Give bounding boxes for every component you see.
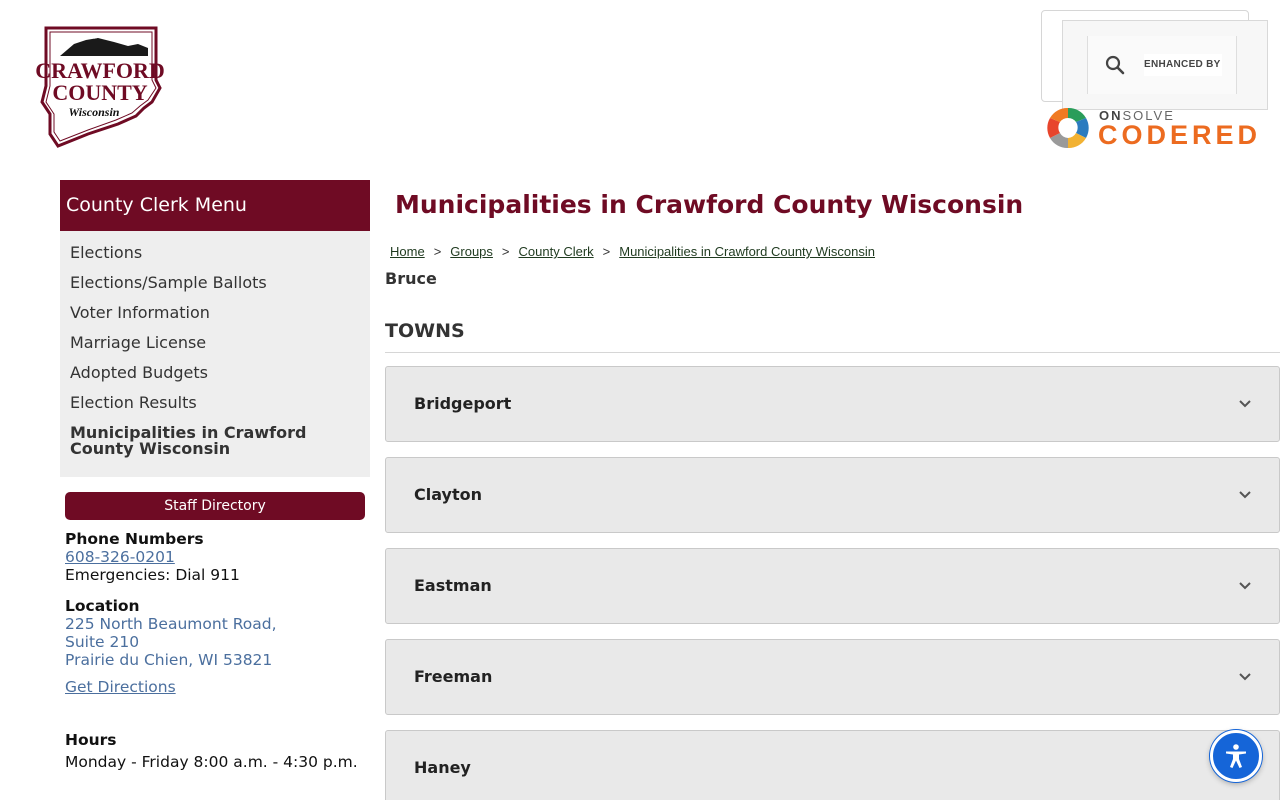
section-title: TOWNS bbox=[385, 320, 465, 342]
accordion-label: Haney bbox=[414, 758, 471, 777]
phone-heading: Phone Numbers bbox=[65, 530, 204, 548]
phone-number-link[interactable]: 608-326-0201 bbox=[65, 548, 240, 566]
chevron-down-icon bbox=[1239, 673, 1251, 681]
hours-heading: Hours bbox=[65, 731, 117, 749]
address-line2[interactable]: Suite 210 bbox=[65, 633, 277, 651]
sidebar-item-municipalities[interactable]: Municipalities in Crawford County Wiscon… bbox=[60, 419, 370, 459]
breadcrumb-home[interactable]: Home bbox=[390, 244, 425, 259]
sidebar-item-voter-information[interactable]: Voter Information bbox=[60, 299, 370, 329]
sidebar-item-election-results[interactable]: Election Results bbox=[60, 389, 370, 419]
address-line3[interactable]: Prairie du Chien, WI 53821 bbox=[65, 651, 277, 669]
sidebar-item-elections[interactable]: Elections bbox=[60, 239, 370, 269]
accordion-label: Bridgeport bbox=[414, 394, 512, 413]
accordion-label: Freeman bbox=[414, 667, 493, 686]
staff-directory-button[interactable]: Staff Directory bbox=[65, 492, 365, 520]
address-line1[interactable]: 225 North Beaumont Road, bbox=[65, 615, 277, 633]
breadcrumb-county-clerk[interactable]: County Clerk bbox=[519, 244, 594, 259]
accessibility-icon bbox=[1226, 744, 1246, 768]
search-icon[interactable] bbox=[1104, 54, 1126, 76]
sidebar-item-adopted-budgets[interactable]: Adopted Budgets bbox=[60, 359, 370, 389]
get-directions-link[interactable]: Get Directions bbox=[65, 678, 277, 696]
subheading: Bruce bbox=[385, 269, 437, 288]
chevron-down-icon bbox=[1239, 582, 1251, 590]
sidebar-menu-title: County Clerk Menu bbox=[60, 180, 370, 231]
location-heading: Location bbox=[65, 597, 140, 615]
accordion-label: Eastman bbox=[414, 576, 492, 595]
phone-section: Phone Numbers 608-326-0201 Emergencies: … bbox=[65, 530, 240, 584]
emergency-text: Emergencies: Dial 911 bbox=[65, 566, 240, 584]
sidebar-menu: Elections Elections/Sample Ballots Voter… bbox=[60, 231, 370, 477]
chevron-down-icon bbox=[1239, 400, 1251, 408]
hours-section: Hours Monday - Friday 8:00 a.m. - 4:30 p… bbox=[65, 731, 358, 771]
location-section: Location 225 North Beaumont Road, Suite … bbox=[65, 597, 277, 696]
breadcrumb: Home > Groups > County Clerk > Municipalities … bbox=[390, 244, 876, 259]
sidebar-item-marriage-license[interactable]: Marriage License bbox=[60, 329, 370, 359]
accordion-eastman[interactable]: Eastman bbox=[385, 548, 1280, 624]
accordion-clayton[interactable]: Clayton bbox=[385, 457, 1280, 533]
breadcrumb-groups[interactable]: Groups bbox=[450, 244, 493, 259]
enhanced-by-label: ENHANCED BY bbox=[1144, 54, 1222, 76]
logo-line3: Wisconsin bbox=[69, 105, 120, 119]
accordion-freeman[interactable]: Freeman bbox=[385, 639, 1280, 715]
logo-line2: COUNTY bbox=[52, 80, 147, 105]
breadcrumb-current[interactable]: Municipalities in Crawford County Wiscon… bbox=[619, 244, 875, 259]
accordion-bridgeport[interactable]: Bridgeport bbox=[385, 366, 1280, 442]
codered-link[interactable]: ONSOLVE CODERED bbox=[1046, 104, 1257, 152]
chevron-down-icon bbox=[1239, 491, 1251, 499]
accordion-haney[interactable]: Haney bbox=[385, 730, 1280, 800]
accordion-label: Clayton bbox=[414, 485, 482, 504]
codered-logo-icon bbox=[1046, 106, 1090, 150]
page-title: Municipalities in Crawford County Wiscon… bbox=[395, 190, 1024, 219]
codered-brand-text: CODERED bbox=[1098, 120, 1262, 150]
crawford-county-logo[interactable]: CRAWFORD COUNTY Wisconsin bbox=[28, 26, 172, 150]
section-divider bbox=[385, 352, 1280, 353]
accessibility-button[interactable] bbox=[1210, 730, 1262, 782]
hours-text: Monday - Friday 8:00 a.m. - 4:30 p.m. bbox=[65, 753, 358, 771]
sidebar-item-sample-ballots[interactable]: Elections/Sample Ballots bbox=[60, 269, 370, 299]
